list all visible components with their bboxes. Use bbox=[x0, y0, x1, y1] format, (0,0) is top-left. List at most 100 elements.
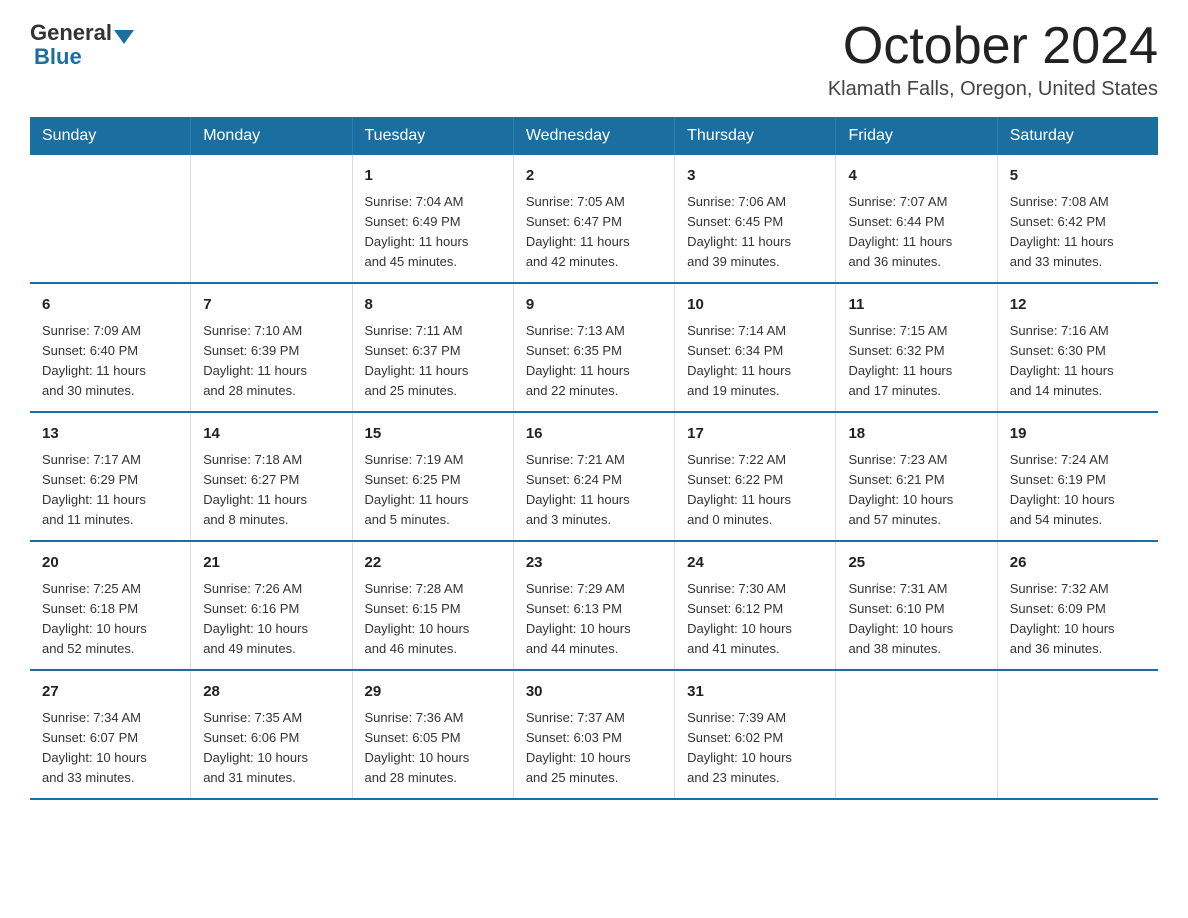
day-number: 14 bbox=[203, 423, 339, 446]
day-info: Sunrise: 7:34 AM Sunset: 6:07 PM Dayligh… bbox=[42, 708, 178, 789]
day-number: 1 bbox=[365, 165, 501, 188]
day-info: Sunrise: 7:04 AM Sunset: 6:49 PM Dayligh… bbox=[365, 192, 501, 273]
title-section: October 2024 Klamath Falls, Oregon, Unit… bbox=[828, 20, 1158, 101]
calendar-table: SundayMondayTuesdayWednesdayThursdayFrid… bbox=[30, 117, 1158, 800]
day-info: Sunrise: 7:32 AM Sunset: 6:09 PM Dayligh… bbox=[1010, 579, 1146, 660]
day-info: Sunrise: 7:05 AM Sunset: 6:47 PM Dayligh… bbox=[526, 192, 662, 273]
calendar-cell: 25 Sunrise: 7:31 AM Sunset: 6:10 PM Dayli… bbox=[836, 541, 997, 670]
day-number: 3 bbox=[687, 165, 823, 188]
calendar-week-row: 1 Sunrise: 7:04 AM Sunset: 6:49 PM Daylig… bbox=[30, 155, 1158, 283]
calendar-cell bbox=[30, 155, 191, 283]
calendar-cell: 6 Sunrise: 7:09 AM Sunset: 6:40 PM Daylig… bbox=[30, 283, 191, 412]
calendar-cell: 1 Sunrise: 7:04 AM Sunset: 6:49 PM Daylig… bbox=[352, 155, 513, 283]
column-header-friday: Friday bbox=[836, 117, 997, 155]
day-number: 15 bbox=[365, 423, 501, 446]
calendar-week-row: 20 Sunrise: 7:25 AM Sunset: 6:18 PM Dayli… bbox=[30, 541, 1158, 670]
calendar-cell bbox=[191, 155, 352, 283]
day-number: 4 bbox=[848, 165, 984, 188]
day-number: 5 bbox=[1010, 165, 1146, 188]
day-info: Sunrise: 7:29 AM Sunset: 6:13 PM Dayligh… bbox=[526, 579, 662, 660]
day-number: 21 bbox=[203, 552, 339, 575]
day-number: 9 bbox=[526, 294, 662, 317]
logo-general-text: General bbox=[30, 20, 112, 46]
calendar-cell: 14 Sunrise: 7:18 AM Sunset: 6:27 PM Dayli… bbox=[191, 412, 352, 541]
day-number: 19 bbox=[1010, 423, 1146, 446]
day-info: Sunrise: 7:11 AM Sunset: 6:37 PM Dayligh… bbox=[365, 321, 501, 402]
day-number: 7 bbox=[203, 294, 339, 317]
calendar-cell: 17 Sunrise: 7:22 AM Sunset: 6:22 PM Dayli… bbox=[675, 412, 836, 541]
calendar-cell: 18 Sunrise: 7:23 AM Sunset: 6:21 PM Dayli… bbox=[836, 412, 997, 541]
day-info: Sunrise: 7:22 AM Sunset: 6:22 PM Dayligh… bbox=[687, 450, 823, 531]
calendar-cell: 7 Sunrise: 7:10 AM Sunset: 6:39 PM Daylig… bbox=[191, 283, 352, 412]
calendar-cell: 30 Sunrise: 7:37 AM Sunset: 6:03 PM Dayli… bbox=[513, 670, 674, 799]
column-header-saturday: Saturday bbox=[997, 117, 1158, 155]
calendar-cell: 13 Sunrise: 7:17 AM Sunset: 6:29 PM Dayli… bbox=[30, 412, 191, 541]
calendar-week-row: 6 Sunrise: 7:09 AM Sunset: 6:40 PM Daylig… bbox=[30, 283, 1158, 412]
month-title: October 2024 bbox=[828, 20, 1158, 72]
calendar-week-row: 13 Sunrise: 7:17 AM Sunset: 6:29 PM Dayli… bbox=[30, 412, 1158, 541]
day-number: 10 bbox=[687, 294, 823, 317]
day-info: Sunrise: 7:24 AM Sunset: 6:19 PM Dayligh… bbox=[1010, 450, 1146, 531]
day-number: 13 bbox=[42, 423, 178, 446]
day-info: Sunrise: 7:09 AM Sunset: 6:40 PM Dayligh… bbox=[42, 321, 178, 402]
day-info: Sunrise: 7:31 AM Sunset: 6:10 PM Dayligh… bbox=[848, 579, 984, 660]
day-info: Sunrise: 7:21 AM Sunset: 6:24 PM Dayligh… bbox=[526, 450, 662, 531]
logo-arrow-icon bbox=[114, 30, 134, 44]
day-info: Sunrise: 7:18 AM Sunset: 6:27 PM Dayligh… bbox=[203, 450, 339, 531]
calendar-cell: 8 Sunrise: 7:11 AM Sunset: 6:37 PM Daylig… bbox=[352, 283, 513, 412]
day-number: 25 bbox=[848, 552, 984, 575]
calendar-cell: 10 Sunrise: 7:14 AM Sunset: 6:34 PM Dayli… bbox=[675, 283, 836, 412]
calendar-cell: 28Sunrise: 7:35 AM Sunset: 6:06 PM Dayli… bbox=[191, 670, 352, 799]
calendar-cell: 11Sunrise: 7:15 AM Sunset: 6:32 PM Dayli… bbox=[836, 283, 997, 412]
day-info: Sunrise: 7:28 AM Sunset: 6:15 PM Dayligh… bbox=[365, 579, 501, 660]
day-info: Sunrise: 7:16 AM Sunset: 6:30 PM Dayligh… bbox=[1010, 321, 1146, 402]
day-number: 16 bbox=[526, 423, 662, 446]
calendar-cell: 22Sunrise: 7:28 AM Sunset: 6:15 PM Dayli… bbox=[352, 541, 513, 670]
calendar-cell: 19 Sunrise: 7:24 AM Sunset: 6:19 PM Dayli… bbox=[997, 412, 1158, 541]
day-info: Sunrise: 7:36 AM Sunset: 6:05 PM Dayligh… bbox=[365, 708, 501, 789]
day-number: 18 bbox=[848, 423, 984, 446]
column-header-thursday: Thursday bbox=[675, 117, 836, 155]
day-number: 28 bbox=[203, 681, 339, 704]
day-info: Sunrise: 7:13 AM Sunset: 6:35 PM Dayligh… bbox=[526, 321, 662, 402]
day-info: Sunrise: 7:19 AM Sunset: 6:25 PM Dayligh… bbox=[365, 450, 501, 531]
day-number: 30 bbox=[526, 681, 662, 704]
calendar-cell: 16 Sunrise: 7:21 AM Sunset: 6:24 PM Dayli… bbox=[513, 412, 674, 541]
day-number: 12 bbox=[1010, 294, 1146, 317]
day-number: 29 bbox=[365, 681, 501, 704]
logo: General Blue bbox=[30, 20, 136, 70]
day-info: Sunrise: 7:14 AM Sunset: 6:34 PM Dayligh… bbox=[687, 321, 823, 402]
calendar-cell: 2 Sunrise: 7:05 AM Sunset: 6:47 PM Daylig… bbox=[513, 155, 674, 283]
day-info: Sunrise: 7:15 AM Sunset: 6:32 PM Dayligh… bbox=[848, 321, 984, 402]
logo-blue-text: Blue bbox=[30, 44, 82, 70]
calendar-cell: 24Sunrise: 7:30 AM Sunset: 6:12 PM Dayli… bbox=[675, 541, 836, 670]
day-info: Sunrise: 7:06 AM Sunset: 6:45 PM Dayligh… bbox=[687, 192, 823, 273]
day-info: Sunrise: 7:23 AM Sunset: 6:21 PM Dayligh… bbox=[848, 450, 984, 531]
day-info: Sunrise: 7:25 AM Sunset: 6:18 PM Dayligh… bbox=[42, 579, 178, 660]
calendar-cell: 27Sunrise: 7:34 AM Sunset: 6:07 PM Dayli… bbox=[30, 670, 191, 799]
calendar-cell: 29 Sunrise: 7:36 AM Sunset: 6:05 PM Dayli… bbox=[352, 670, 513, 799]
calendar-cell: 3 Sunrise: 7:06 AM Sunset: 6:45 PM Daylig… bbox=[675, 155, 836, 283]
page-header: General Blue October 2024 Klamath Falls,… bbox=[30, 20, 1158, 101]
day-number: 20 bbox=[42, 552, 178, 575]
day-number: 26 bbox=[1010, 552, 1146, 575]
calendar-cell: 31 Sunrise: 7:39 AM Sunset: 6:02 PM Dayli… bbox=[675, 670, 836, 799]
day-number: 17 bbox=[687, 423, 823, 446]
calendar-header-row: SundayMondayTuesdayWednesdayThursdayFrid… bbox=[30, 117, 1158, 155]
calendar-cell: 4Sunrise: 7:07 AM Sunset: 6:44 PM Daylig… bbox=[836, 155, 997, 283]
calendar-cell: 26 Sunrise: 7:32 AM Sunset: 6:09 PM Dayli… bbox=[997, 541, 1158, 670]
day-info: Sunrise: 7:30 AM Sunset: 6:12 PM Dayligh… bbox=[687, 579, 823, 660]
day-info: Sunrise: 7:17 AM Sunset: 6:29 PM Dayligh… bbox=[42, 450, 178, 531]
column-header-tuesday: Tuesday bbox=[352, 117, 513, 155]
day-info: Sunrise: 7:10 AM Sunset: 6:39 PM Dayligh… bbox=[203, 321, 339, 402]
calendar-cell bbox=[997, 670, 1158, 799]
day-number: 8 bbox=[365, 294, 501, 317]
day-info: Sunrise: 7:37 AM Sunset: 6:03 PM Dayligh… bbox=[526, 708, 662, 789]
day-info: Sunrise: 7:39 AM Sunset: 6:02 PM Dayligh… bbox=[687, 708, 823, 789]
day-number: 6 bbox=[42, 294, 178, 317]
day-number: 2 bbox=[526, 165, 662, 188]
day-number: 31 bbox=[687, 681, 823, 704]
calendar-cell: 9 Sunrise: 7:13 AM Sunset: 6:35 PM Daylig… bbox=[513, 283, 674, 412]
column-header-sunday: Sunday bbox=[30, 117, 191, 155]
calendar-cell: 21Sunrise: 7:26 AM Sunset: 6:16 PM Dayli… bbox=[191, 541, 352, 670]
